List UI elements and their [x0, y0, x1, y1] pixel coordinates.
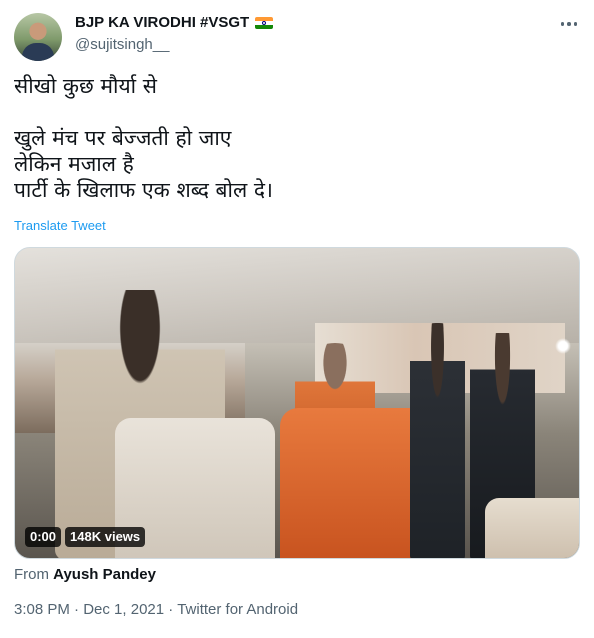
video-frame-chair [485, 498, 579, 558]
attribution-prefix: From [14, 566, 49, 583]
meta-separator: · [168, 601, 174, 618]
tweet-text: सीखो कुछ मौर्या से खुले मंच पर बेज्जती ह… [14, 74, 273, 202]
video-frame-person [410, 323, 465, 558]
translate-tweet-link[interactable]: Translate Tweet [14, 218, 106, 233]
attribution-source-link[interactable]: Ayush Pandey [53, 566, 156, 583]
author-handle[interactable]: @sujitsingh__ [75, 36, 169, 53]
avatar[interactable] [14, 13, 62, 61]
video-badge: 0:00 148K views [25, 527, 146, 547]
video-player[interactable]: 0:00 148K views [14, 247, 580, 559]
india-flag-icon [255, 16, 274, 29]
tweet-meta: 3:08 PM · Dec 1, 2021 · Twitter for Andr… [14, 601, 298, 618]
tweet-time-link[interactable]: 3:08 PM [14, 601, 70, 618]
video-duration: 0:00 [25, 527, 62, 547]
tweet: BJP KA VIRODHI #VSGT @sujitsingh__ सीखो … [0, 0, 594, 638]
author-display-name[interactable]: BJP KA VIRODHI #VSGT [75, 14, 249, 31]
tweet-client-link[interactable]: Twitter for Android [177, 601, 298, 618]
author-name-row[interactable]: BJP KA VIRODHI #VSGT [75, 14, 274, 31]
media-attribution: From Ayush Pandey [14, 566, 156, 583]
video-view-count: 148K views [65, 527, 146, 547]
tweet-date-link[interactable]: Dec 1, 2021 [83, 601, 164, 618]
more-options-icon[interactable] [556, 14, 582, 34]
meta-separator: · [74, 601, 80, 618]
video-frame-light [555, 338, 571, 354]
